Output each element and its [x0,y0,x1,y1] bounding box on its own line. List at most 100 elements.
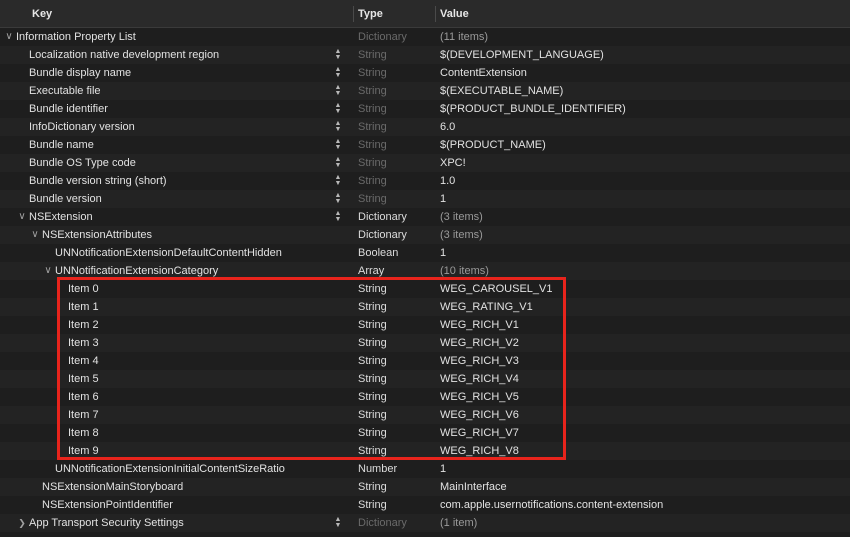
row-key[interactable]: NSExtensionAttributes [42,226,152,244]
key-popup-stepper-icon[interactable]: ▲ ▼ [333,210,343,223]
row-type[interactable]: String [358,46,387,64]
plist-row[interactable]: NSExtensionMainStoryboard String MainInter… [0,478,850,496]
chevron-down-icon[interactable]: ∨ [17,208,27,226]
plist-row[interactable]: Bundle name ▲ ▼ String $(PRODUCT_NAME) [0,136,850,154]
plist-row[interactable]: Executable file ▲ ▼ String $(EXECUTABLE_NAME… [0,82,850,100]
row-type[interactable]: Boolean [358,244,398,262]
row-key[interactable]: NSExtensionMainStoryboard [42,478,183,496]
key-popup-stepper-icon[interactable]: ▲ ▼ [333,156,343,169]
row-value[interactable]: 1 [440,244,446,262]
plist-row[interactable]: Item 0 String WEG_CAROUSEL_V1 [0,280,850,298]
row-type[interactable]: Dictionary [358,226,407,244]
plist-row[interactable]: ∨ NSExtension ▲ ▼ Dictionary (3 items) [0,208,850,226]
row-key[interactable]: Executable file [29,82,101,100]
row-key[interactable]: UNNotificationExtensionDefaultContentHid… [55,244,282,262]
row-value[interactable]: WEG_RICH_V6 [440,406,519,424]
row-value[interactable]: com.apple.usernotifications.content-exte… [440,496,663,514]
plist-row[interactable]: ∨ Information Property List Dictionary (11 … [0,28,850,46]
chevron-down-icon[interactable]: ∨ [43,262,53,280]
row-key[interactable]: Bundle identifier [29,100,108,118]
plist-row[interactable]: Item 1 String WEG_RATING_V1 [0,298,850,316]
row-value[interactable]: WEG_RICH_V7 [440,424,519,442]
row-type[interactable]: String [358,82,387,100]
row-value[interactable]: (1 item) [440,514,477,532]
column-divider[interactable] [435,6,436,22]
plist-row[interactable]: Item 4 String WEG_RICH_V3 [0,352,850,370]
row-key[interactable]: Bundle version string (short) [29,172,167,190]
plist-row[interactable]: Item 7 String WEG_RICH_V6 [0,406,850,424]
plist-row[interactable]: Item 8 String WEG_RICH_V7 [0,424,850,442]
row-type[interactable]: String [358,370,387,388]
plist-row[interactable]: UNNotificationExtensionDefaultContentHid… [0,244,850,262]
plist-row[interactable]: ∨ NSExtensionAttributes Dictionary (3 items… [0,226,850,244]
row-key[interactable]: Bundle display name [29,64,131,82]
row-value[interactable]: 6.0 [440,118,455,136]
row-value[interactable]: WEG_RICH_V3 [440,352,519,370]
row-type[interactable]: Array [358,262,384,280]
plist-row[interactable]: ❯ App Transport Security Settings ▲ ▼ Dictio… [0,514,850,532]
row-type[interactable]: String [358,442,387,460]
row-type[interactable]: Dictionary [358,514,407,532]
row-key[interactable]: InfoDictionary version [29,118,135,136]
chevron-right-icon[interactable]: ❯ [17,514,27,532]
row-key[interactable]: Item 4 [68,352,99,370]
row-type[interactable]: String [358,172,387,190]
row-key[interactable]: Item 1 [68,298,99,316]
row-value[interactable]: $(PRODUCT_BUNDLE_IDENTIFIER) [440,100,626,118]
row-key[interactable]: Bundle name [29,136,94,154]
row-key[interactable]: Item 9 [68,442,99,460]
row-type[interactable]: Number [358,460,397,478]
key-column-header[interactable]: Key [32,0,52,28]
plist-row[interactable]: Bundle version string (short) ▲ ▼ String 1.0 [0,172,850,190]
plist-row[interactable]: Bundle version ▲ ▼ String 1 [0,190,850,208]
row-key[interactable]: NSExtension [29,208,93,226]
row-type[interactable]: String [358,424,387,442]
row-type[interactable]: String [358,478,387,496]
row-value[interactable]: 1.0 [440,172,455,190]
chevron-down-icon[interactable]: ∨ [30,226,40,244]
key-popup-stepper-icon[interactable]: ▲ ▼ [333,84,343,97]
key-popup-stepper-icon[interactable]: ▲ ▼ [333,48,343,61]
row-type[interactable]: String [358,406,387,424]
row-value[interactable]: WEG_CAROUSEL_V1 [440,280,552,298]
row-key[interactable]: Item 3 [68,334,99,352]
row-key[interactable]: Item 7 [68,406,99,424]
row-key[interactable]: Information Property List [16,28,136,46]
row-type[interactable]: String [358,154,387,172]
row-value[interactable]: $(PRODUCT_NAME) [440,136,546,154]
key-popup-stepper-icon[interactable]: ▲ ▼ [333,66,343,79]
row-key[interactable]: Item 6 [68,388,99,406]
row-type[interactable]: String [358,118,387,136]
row-key[interactable]: Item 2 [68,316,99,334]
row-type[interactable]: String [358,316,387,334]
plist-row[interactable]: ∨ UNNotificationExtensionCategory Array (10… [0,262,850,280]
row-type[interactable]: String [358,64,387,82]
row-key[interactable]: UNNotificationExtensionCategory [55,262,218,280]
column-divider[interactable] [353,6,354,22]
key-popup-stepper-icon[interactable]: ▲ ▼ [333,102,343,115]
row-value[interactable]: 1 [440,190,446,208]
row-type[interactable]: String [358,136,387,154]
row-type[interactable]: String [358,334,387,352]
plist-row[interactable]: Bundle identifier ▲ ▼ String $(PRODUCT_BUNDL… [0,100,850,118]
plist-row[interactable]: Bundle display name ▲ ▼ String ContentExtens… [0,64,850,82]
type-column-header[interactable]: Type [358,0,383,28]
row-key[interactable]: App Transport Security Settings [29,514,184,532]
row-key[interactable]: Bundle OS Type code [29,154,136,172]
row-value[interactable]: WEG_RICH_V4 [440,370,519,388]
key-popup-stepper-icon[interactable]: ▲ ▼ [333,516,343,529]
row-key[interactable]: Item 0 [68,280,99,298]
row-value[interactable]: MainInterface [440,478,507,496]
row-value[interactable]: WEG_RICH_V8 [440,442,519,460]
row-type[interactable]: String [358,496,387,514]
row-value[interactable]: ContentExtension [440,64,527,82]
row-value[interactable]: (11 items) [440,28,488,46]
plist-row[interactable]: NSExtensionPointIdentifier String com.appl… [0,496,850,514]
row-key[interactable]: NSExtensionPointIdentifier [42,496,173,514]
row-type[interactable]: String [358,388,387,406]
plist-row[interactable]: Item 3 String WEG_RICH_V2 [0,334,850,352]
row-value[interactable]: 1 [440,460,446,478]
key-popup-stepper-icon[interactable]: ▲ ▼ [333,192,343,205]
row-type[interactable]: String [358,280,387,298]
row-value[interactable]: (3 items) [440,226,483,244]
